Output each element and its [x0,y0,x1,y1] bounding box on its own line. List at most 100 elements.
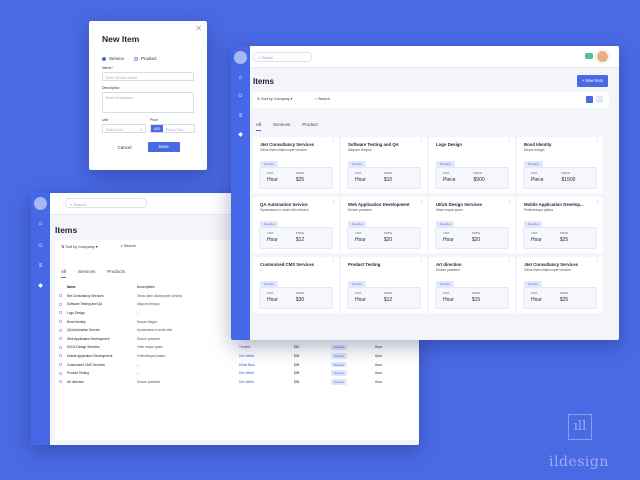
row-description: Neque integer [137,319,158,324]
row-company[interactable]: Dee Webb [239,371,294,375]
item-card[interactable]: QA Automation Service ⋮ Hymenaeos in amet … [253,197,339,253]
avatar[interactable] [596,50,609,63]
table-row[interactable]: UI/UX Design Services Vitae neque quam Tre… [59,344,419,352]
description-field[interactable]: Enter Description [102,92,194,113]
row-checkbox[interactable] [59,363,62,367]
name-field[interactable]: Enter Service Name [102,72,194,81]
more-options-icon[interactable]: ⋮ [419,139,424,144]
card-description: Dictum praesent [436,268,461,272]
unit-value: Hour [531,236,542,243]
table-row[interactable]: Art direction Dictum praesent Dee Webb $36 S… [59,378,419,386]
more-options-icon[interactable]: ⋮ [419,199,424,204]
description-label: Description [102,86,120,90]
row-company[interactable]: Dee Webb [239,380,294,384]
item-card[interactable]: Web Application Development ⋮ Dictum praes… [341,197,427,253]
tab-product[interactable]: Product [302,122,318,131]
item-card[interactable]: Software Testing and QA ⋮ Aliquam tempus Se… [341,137,427,193]
tab-services[interactable]: Services [78,269,95,278]
home-icon[interactable]: ⌂ [237,75,244,82]
service-radio[interactable]: Service [102,56,124,61]
sort-dropdown[interactable]: ⇅ Sort by Company ▾ [61,244,98,249]
users-icon[interactable]: ☺ [237,93,244,100]
tag-icon[interactable]: ◆ [37,283,44,290]
product-radio[interactable]: Product [134,56,157,61]
row-checkbox[interactable] [59,311,62,315]
more-options-icon[interactable]: ⋮ [595,139,600,144]
row-checkbox[interactable] [59,380,62,384]
price-field[interactable]: USD Enter Price [150,124,195,133]
row-checkbox[interactable] [59,294,62,298]
item-card[interactable]: Product Testing ⋮ – Service UNIT Hour PRICE $12 [341,257,427,313]
item-card[interactable]: .Net Consultancy Services ⋮ Tellus diam ul… [517,257,603,313]
unit-value: Hour [267,236,278,243]
tab-products[interactable]: Products [107,269,125,278]
card-description: Tellus diam ullamcorper ultricies [260,148,307,152]
document-icon[interactable]: ≡ [237,113,244,120]
unit-value: Hour [355,296,366,303]
row-company[interactable]: Trendtix [239,345,294,349]
save-button[interactable]: Save [147,142,180,152]
row-checkbox[interactable] [59,345,62,349]
row-checkbox[interactable] [59,320,62,324]
price-value: $15 [471,296,481,303]
row-company[interactable]: Ethan Bros [239,363,294,367]
list-view-icon[interactable] [596,96,603,103]
card-description: Dictum praesent [348,208,373,212]
more-options-icon[interactable]: ⋮ [331,259,336,264]
tab-all[interactable]: All [256,122,262,131]
table-row[interactable]: Customized CMS Services – Ethan Bros $36 Ser… [59,361,419,369]
modal-title: New Item [102,34,140,44]
radio-checked-icon [102,56,106,61]
new-item-button[interactable]: + New Item [577,75,608,87]
search-field[interactable]: ⌕ Search [121,244,136,249]
home-icon[interactable]: ⌂ [37,221,44,228]
unit-key: UNIT [267,291,274,295]
item-card[interactable]: .Net Consultancy Services ⋮ Tellus diam ul… [253,137,339,193]
type-badge: Service [331,353,348,359]
price-value: $900 [473,176,485,183]
card-description: – [348,268,350,272]
more-options-icon[interactable]: ⋮ [331,139,336,144]
row-type: Service [331,353,375,359]
cancel-button[interactable]: Cancel [117,145,131,150]
item-card[interactable]: Logo Design ⋮ Product UNIT Piece PRICE $900 [429,137,515,193]
more-options-icon[interactable]: ⋮ [419,259,424,264]
table-row[interactable]: Mobile Application Development Pellentesq… [59,352,419,360]
row-checkbox[interactable] [59,337,62,341]
item-card[interactable]: Bond Identity ⋮ Neque integer Product UNIT Pi… [517,137,603,193]
more-options-icon[interactable]: ⋮ [507,199,512,204]
tab-services[interactable]: Services [273,122,290,131]
item-card[interactable]: UI/UX Design Services ⋮ Vitae neque quam Se… [429,197,515,253]
tag-icon[interactable]: ◆ [237,132,244,139]
search-input[interactable]: ⌕ Search [65,198,147,208]
row-checkbox[interactable] [59,354,62,358]
unit-key: UNIT [355,291,362,295]
item-card[interactable]: Mobile Application Develop... ⋮ Pellentesq… [517,197,603,253]
item-card[interactable]: Customized CMS Services ⋮ – Service UNIT Hour… [253,257,339,313]
row-description: Tellus diam ullamcorper ultricies [137,293,183,298]
brand-logo: ıll [568,414,592,440]
more-options-icon[interactable]: ⋮ [331,199,336,204]
close-icon[interactable]: ✕ [195,24,202,33]
table-row[interactable]: Product Testing – Dee Webb $36 Service Hour [59,369,419,377]
more-options-icon[interactable]: ⋮ [595,199,600,204]
row-checkbox[interactable] [59,371,62,375]
card-description: Aliquam tempus [348,148,372,152]
users-icon[interactable]: ☺ [37,243,44,250]
row-checkbox[interactable] [59,328,62,332]
search-field[interactable]: ⌕ Search [315,97,330,101]
tab-all[interactable]: All [61,269,67,278]
row-company[interactable]: Dee Webb [239,354,294,358]
search-input[interactable]: ⌕ Search [253,52,312,62]
more-options-icon[interactable]: ⋮ [507,259,512,264]
more-options-icon[interactable]: ⋮ [507,139,512,144]
more-options-icon[interactable]: ⋮ [595,259,600,264]
skype-icon[interactable] [585,53,593,59]
item-card[interactable]: Art direction ⋮ Dictum praesent Service UNIT… [429,257,515,313]
document-icon[interactable]: ≡ [37,263,44,270]
card-details: UNIT Hour PRICE $10 [347,167,421,189]
sort-dropdown[interactable]: ⇅ Sort by Company ▾ [257,97,293,101]
grid-view-icon[interactable] [586,96,593,103]
row-checkbox[interactable] [59,302,62,306]
unit-select[interactable]: Select Unit ▾ [102,124,146,133]
